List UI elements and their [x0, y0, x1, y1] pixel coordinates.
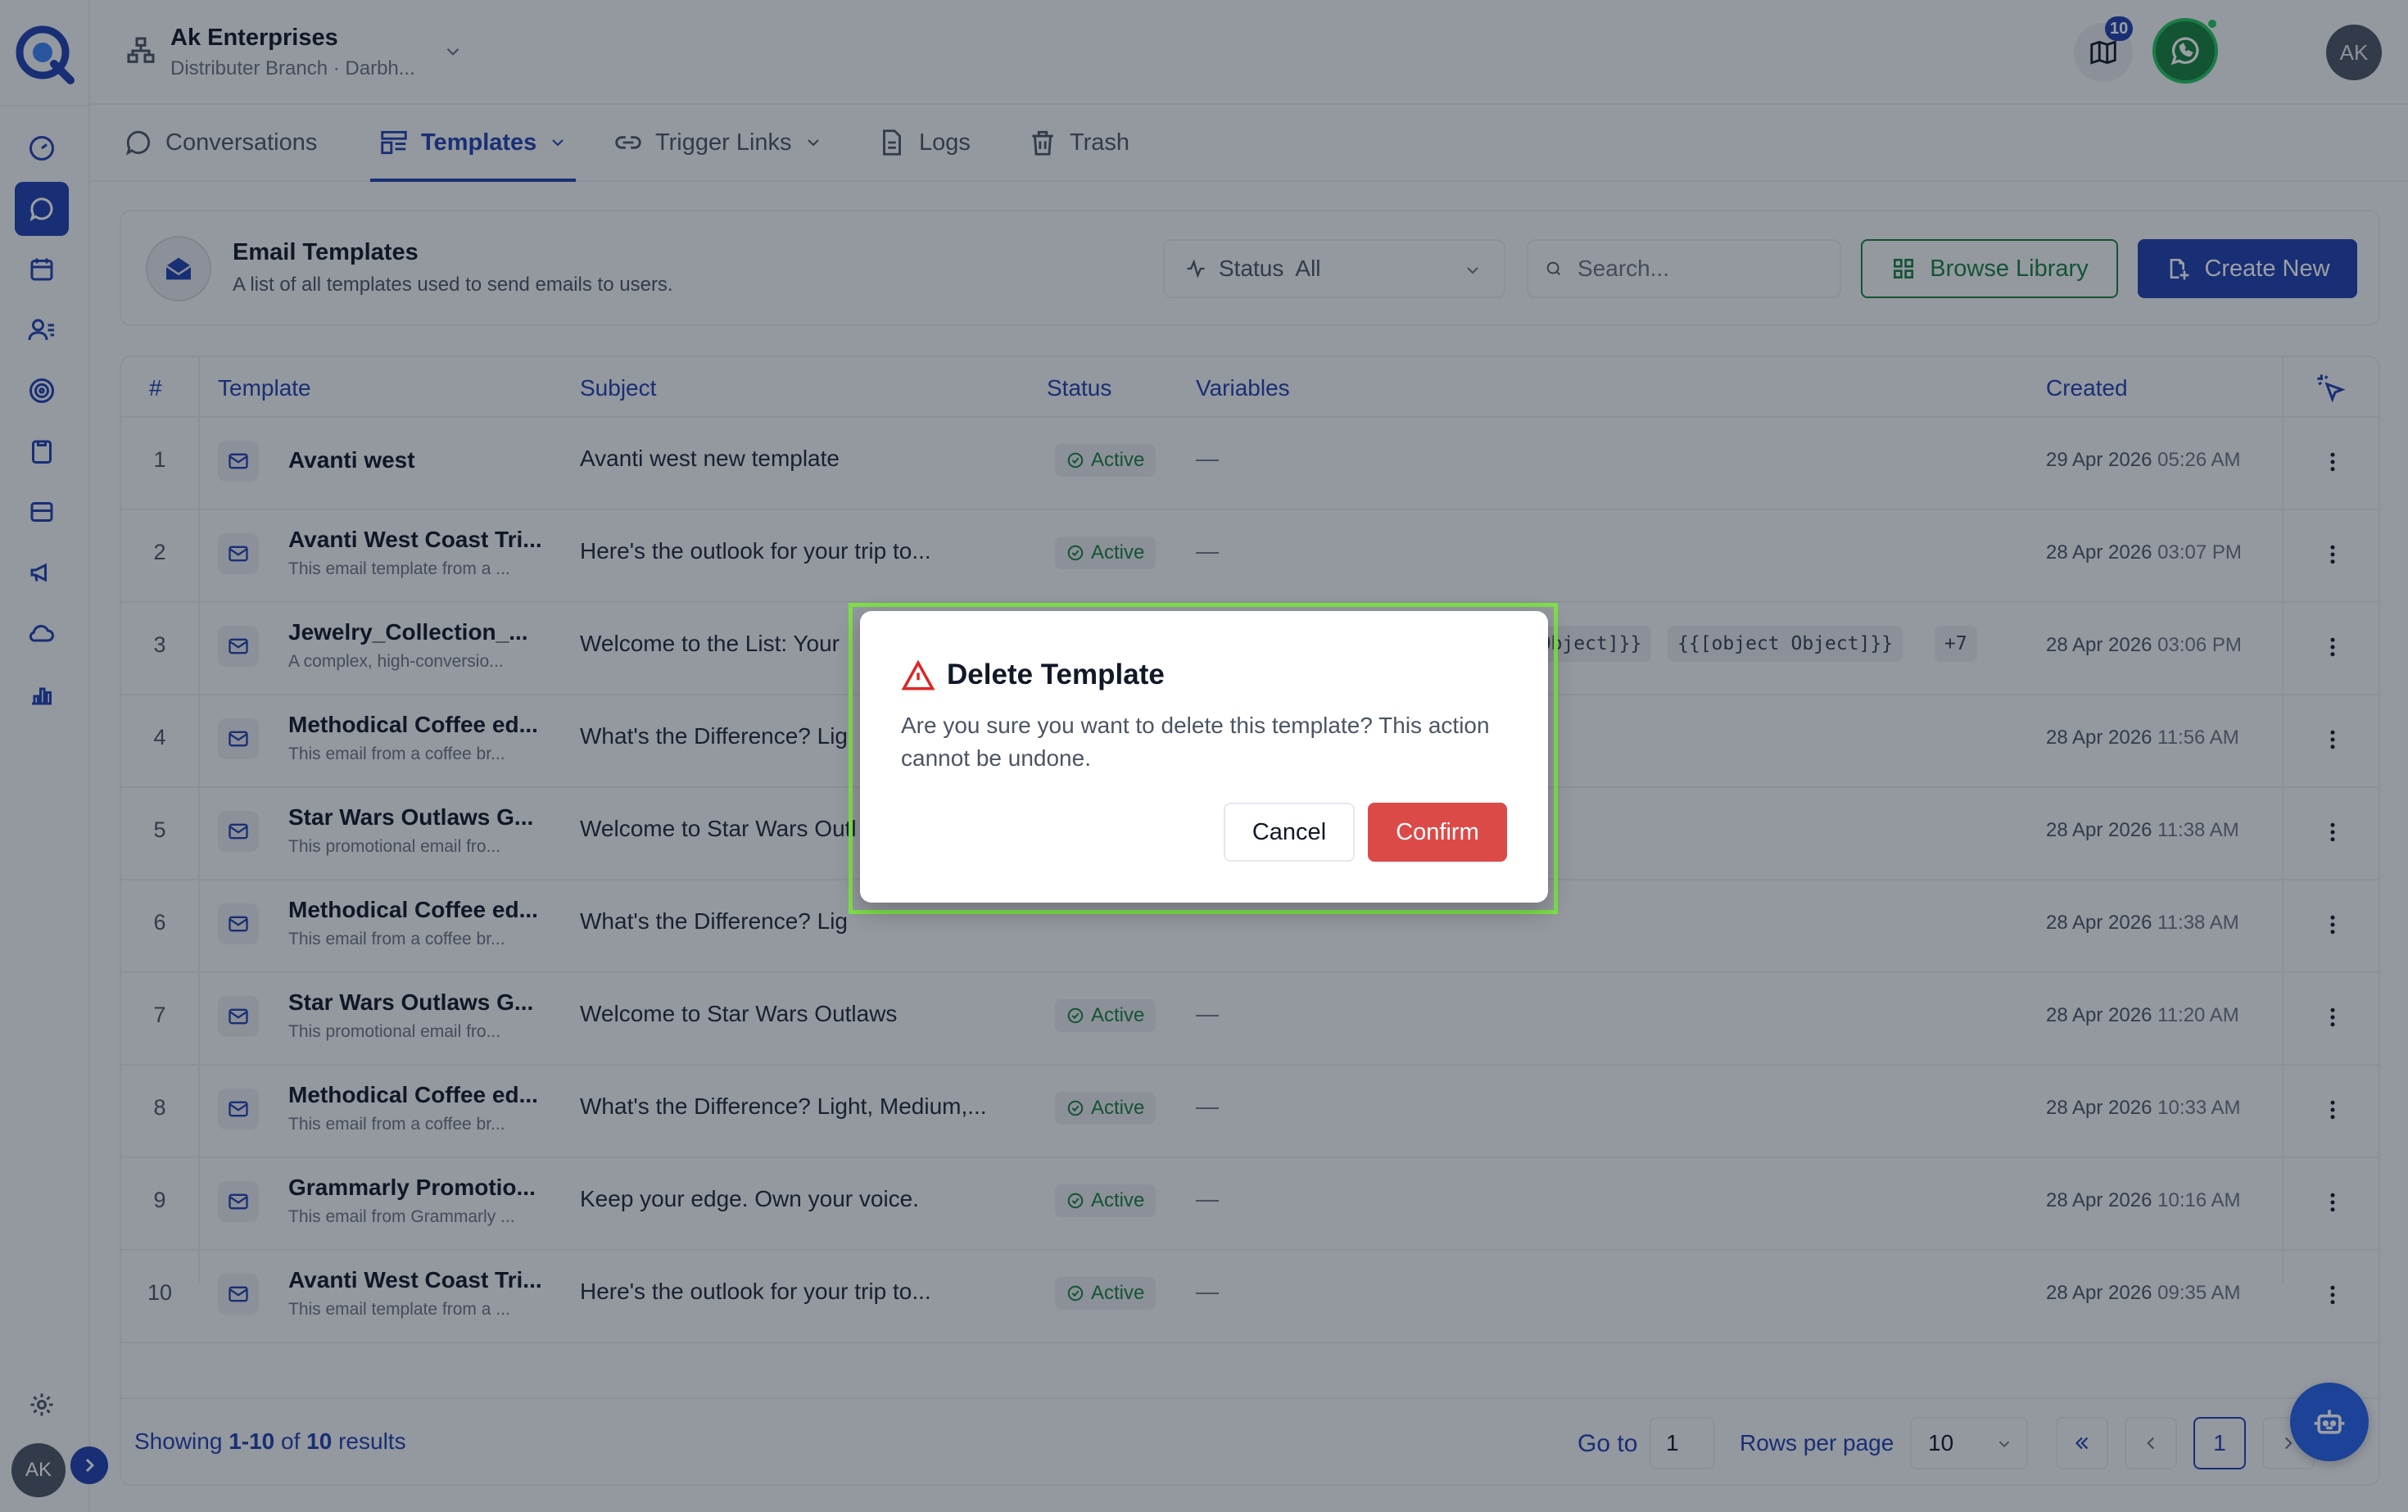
confirm-button[interactable]: Confirm — [1368, 803, 1507, 862]
dialog-message: Are you sure you want to delete this tem… — [901, 713, 1490, 771]
cancel-button[interactable]: Cancel — [1224, 803, 1355, 862]
delete-template-dialog: Delete Template Are you sure you want to… — [860, 611, 1548, 903]
dialog-title: Delete Template — [947, 659, 1165, 690]
warning-icon — [901, 659, 935, 690]
